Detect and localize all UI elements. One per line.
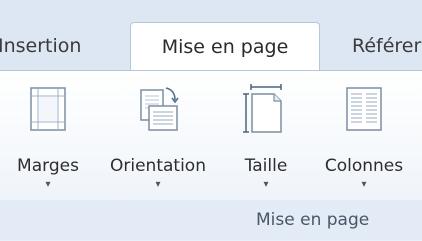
page-size-icon (243, 84, 282, 133)
margins-dropdown-arrow[interactable]: ▾ (45, 180, 50, 190)
page-size-button[interactable]: Taille ▾ (234, 78, 298, 198)
orientation-dropdown-arrow[interactable]: ▾ (155, 180, 160, 190)
tab-references[interactable]: Référer (352, 22, 421, 70)
page-size-dropdown-arrow[interactable]: ▾ (263, 180, 268, 190)
tab-insertion[interactable]: Insertion (0, 22, 81, 70)
margins-icon (30, 87, 66, 131)
group-label: Mise en page (256, 210, 370, 230)
columns-dropdown-arrow[interactable]: ▾ (361, 180, 366, 190)
margins-button[interactable]: Marges ▾ (10, 78, 86, 198)
orientation-label: Orientation (110, 156, 206, 176)
ribbon-tab-bar: Insertion Mise en page Référer (0, 0, 422, 71)
orientation-icon (140, 87, 179, 131)
tab-mise-en-page[interactable]: Mise en page (130, 22, 320, 71)
margins-label: Marges (17, 156, 79, 176)
columns-label: Colonnes (324, 156, 404, 176)
page-size-label: Taille (244, 156, 288, 176)
columns-button[interactable]: Colonnes ▾ (312, 78, 416, 198)
orientation-button[interactable]: Orientation ▾ (98, 78, 218, 198)
columns-icon (346, 87, 382, 131)
